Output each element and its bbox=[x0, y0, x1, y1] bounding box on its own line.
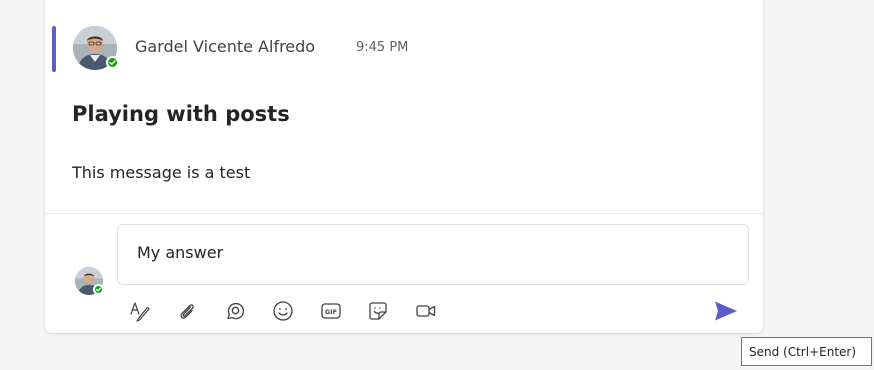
loop-icon[interactable] bbox=[223, 299, 247, 323]
gif-icon[interactable]: GIF bbox=[319, 299, 343, 323]
send-button[interactable] bbox=[711, 297, 741, 325]
attach-icon[interactable] bbox=[175, 299, 199, 323]
author-name[interactable]: Gardel Vicente Alfredo bbox=[135, 37, 315, 56]
post-card: Gardel Vicente Alfredo 9:45 PM Playing w… bbox=[45, 0, 763, 333]
presence-available-icon bbox=[93, 284, 104, 295]
meet-now-icon[interactable] bbox=[414, 299, 438, 323]
send-tooltip: Send (Ctrl+Enter) bbox=[741, 337, 872, 366]
post-accent-bar bbox=[52, 26, 56, 72]
send-icon bbox=[715, 301, 737, 321]
post-subject: Playing with posts bbox=[72, 102, 290, 126]
post-timestamp: 9:45 PM bbox=[356, 40, 409, 55]
format-icon[interactable] bbox=[128, 299, 152, 323]
reply-input[interactable]: My answer bbox=[117, 224, 749, 285]
presence-available-icon bbox=[106, 56, 119, 69]
emoji-icon[interactable] bbox=[271, 299, 295, 323]
sticker-icon[interactable] bbox=[366, 299, 390, 323]
post-message: This message is a test bbox=[72, 163, 251, 182]
reply-divider bbox=[45, 213, 763, 214]
svg-text:GIF: GIF bbox=[325, 308, 337, 316]
reply-input-text: My answer bbox=[137, 243, 224, 262]
